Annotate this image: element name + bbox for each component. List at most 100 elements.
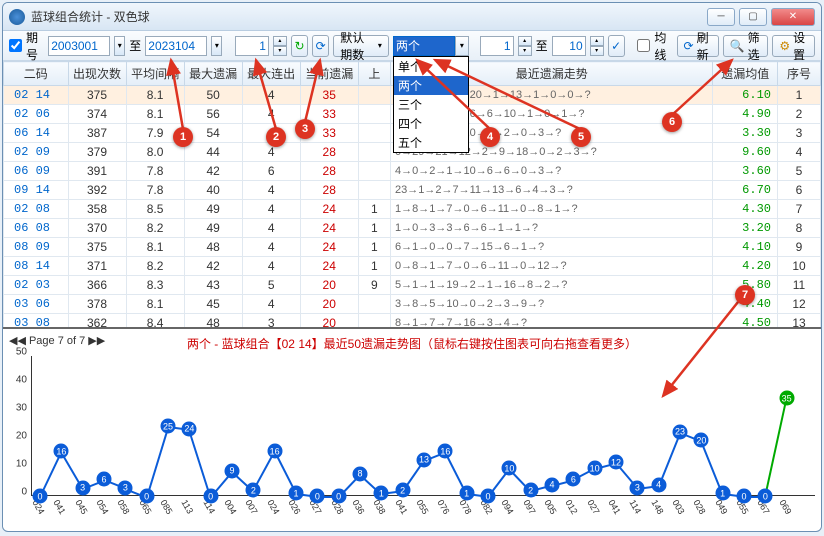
- cell: 09 14: [4, 181, 69, 200]
- cell: 24: [300, 257, 358, 276]
- settings-button[interactable]: ⚙设置: [772, 35, 815, 57]
- cell: 7: [777, 200, 820, 219]
- cell: 7.8: [126, 181, 184, 200]
- cell: [358, 105, 390, 124]
- chart-point: 12: [609, 455, 624, 470]
- cell: 9: [777, 238, 820, 257]
- annotation-arrow: [254, 57, 284, 137]
- cell: 3: [777, 124, 820, 143]
- maximize-button[interactable]: ▢: [739, 8, 767, 26]
- cell: 03 06: [4, 295, 69, 314]
- annotation-arrow: [169, 57, 199, 137]
- chart-point: 3: [118, 480, 133, 495]
- cell: [358, 143, 390, 162]
- cell: 1: [358, 238, 390, 257]
- cell: [358, 295, 390, 314]
- cell: 4: [777, 143, 820, 162]
- cell: 06 08: [4, 219, 69, 238]
- chart-point: 0: [758, 489, 773, 504]
- col-header[interactable]: 出现次数: [68, 62, 126, 86]
- filter-button[interactable]: 🔍筛选: [723, 35, 769, 57]
- cell: 4.10: [713, 238, 778, 257]
- table-row[interactable]: 02 083588.54942411→8→1→7→0→6→11→0→8→1→?4…: [4, 200, 821, 219]
- cell: 387: [68, 124, 126, 143]
- cell: 43: [184, 276, 242, 295]
- chart-point: 1: [374, 486, 389, 501]
- apply-button[interactable]: ↻: [291, 35, 308, 57]
- period-to-input[interactable]: [145, 36, 207, 56]
- chart-point: 8: [353, 466, 368, 481]
- cell: 02 08: [4, 200, 69, 219]
- confirm-button[interactable]: ✓: [608, 35, 625, 57]
- cell: 48: [184, 314, 242, 328]
- chart-point: 0: [331, 489, 346, 504]
- cell: [358, 162, 390, 181]
- cell: [358, 181, 390, 200]
- period-to-dropdown[interactable]: ▾: [211, 36, 222, 56]
- chart-pager[interactable]: ◀◀ Page 7 of 7 ▶▶: [9, 335, 105, 347]
- cell: 1: [358, 219, 390, 238]
- cell: 08 14: [4, 257, 69, 276]
- to-label-2: 至: [536, 37, 548, 54]
- chart-point: 4: [545, 477, 560, 492]
- refresh-green-icon: ↻: [294, 39, 304, 53]
- chart-point: 1: [715, 486, 730, 501]
- cell: 24: [300, 238, 358, 257]
- cell: 03 08: [4, 314, 69, 328]
- spin2-input[interactable]: [480, 36, 514, 56]
- spin2-buttons[interactable]: ▴▾: [518, 36, 532, 56]
- table-row[interactable]: 06 093917.8426284→0→2→1→10→6→6→0→3→?3.60…: [4, 162, 821, 181]
- cell: 45: [184, 295, 242, 314]
- table-row[interactable]: 09 143927.84042823→1→2→7→11→13→6→4→3→?6.…: [4, 181, 821, 200]
- cell: 4: [242, 219, 300, 238]
- annotation-marker: 1: [173, 127, 193, 147]
- period-from-dropdown[interactable]: ▾: [114, 36, 125, 56]
- col-header[interactable]: 序号: [777, 62, 820, 86]
- cell: 4→0→2→1→10→6→6→0→3→?: [390, 162, 713, 181]
- cell: 02 09: [4, 143, 69, 162]
- annotation-arrow: [660, 300, 740, 405]
- period-checkbox[interactable]: [9, 39, 22, 52]
- cycle-button[interactable]: ⟳: [312, 35, 329, 57]
- cell: 4: [242, 238, 300, 257]
- table-row[interactable]: 02 033668.34352095→1→1→19→2→1→16→8→2→?5.…: [4, 276, 821, 295]
- cell: 10: [777, 257, 820, 276]
- cell: 02 06: [4, 105, 69, 124]
- cell: 49: [184, 200, 242, 219]
- refresh-button[interactable]: ⟳刷新: [677, 35, 719, 57]
- chart-point: 3: [75, 480, 90, 495]
- chart-point: 0: [481, 489, 496, 504]
- spin3-buttons[interactable]: ▴▾: [590, 36, 604, 56]
- cell: 48: [184, 238, 242, 257]
- annotation-arrow: [670, 57, 740, 122]
- avgline-checkbox[interactable]: [637, 39, 650, 52]
- cell: 3.30: [713, 124, 778, 143]
- cell: 8.4: [126, 314, 184, 328]
- default-periods-button[interactable]: 默认期数▾: [333, 35, 389, 57]
- close-button[interactable]: ✕: [771, 8, 815, 26]
- spin1-input[interactable]: [235, 36, 269, 56]
- period-from-input[interactable]: [48, 36, 110, 56]
- cell: 28: [300, 143, 358, 162]
- combo-dropdown-button[interactable]: ▾: [455, 36, 469, 56]
- col-header[interactable]: 二码: [4, 62, 69, 86]
- cell: 49: [184, 219, 242, 238]
- cell: 44: [184, 143, 242, 162]
- spin1-buttons[interactable]: ▴▾: [273, 36, 287, 56]
- annotation-marker: 7: [735, 285, 755, 305]
- table-row[interactable]: 06 083708.24942411→0→3→3→6→6→1→1→?3.208: [4, 219, 821, 238]
- minimize-button[interactable]: ─: [707, 8, 735, 26]
- chart-point: 35: [779, 391, 794, 406]
- col-header[interactable]: 上: [358, 62, 390, 86]
- table-row[interactable]: 08 093758.14842416→1→0→0→7→15→6→1→?4.109: [4, 238, 821, 257]
- spin3-input[interactable]: [552, 36, 586, 56]
- chart-point: 2: [246, 483, 261, 498]
- cell: 24: [300, 200, 358, 219]
- table-row[interactable]: 08 143718.24242410→8→1→7→0→6→11→0→12→?4.…: [4, 257, 821, 276]
- combo-select[interactable]: 两个 ▾ 单个 两个 三个 四个 五个: [393, 36, 455, 56]
- check-icon: ✓: [611, 39, 621, 53]
- cell: 375: [68, 86, 126, 105]
- cell: 1: [358, 257, 390, 276]
- cell: 20: [300, 295, 358, 314]
- cell: 378: [68, 295, 126, 314]
